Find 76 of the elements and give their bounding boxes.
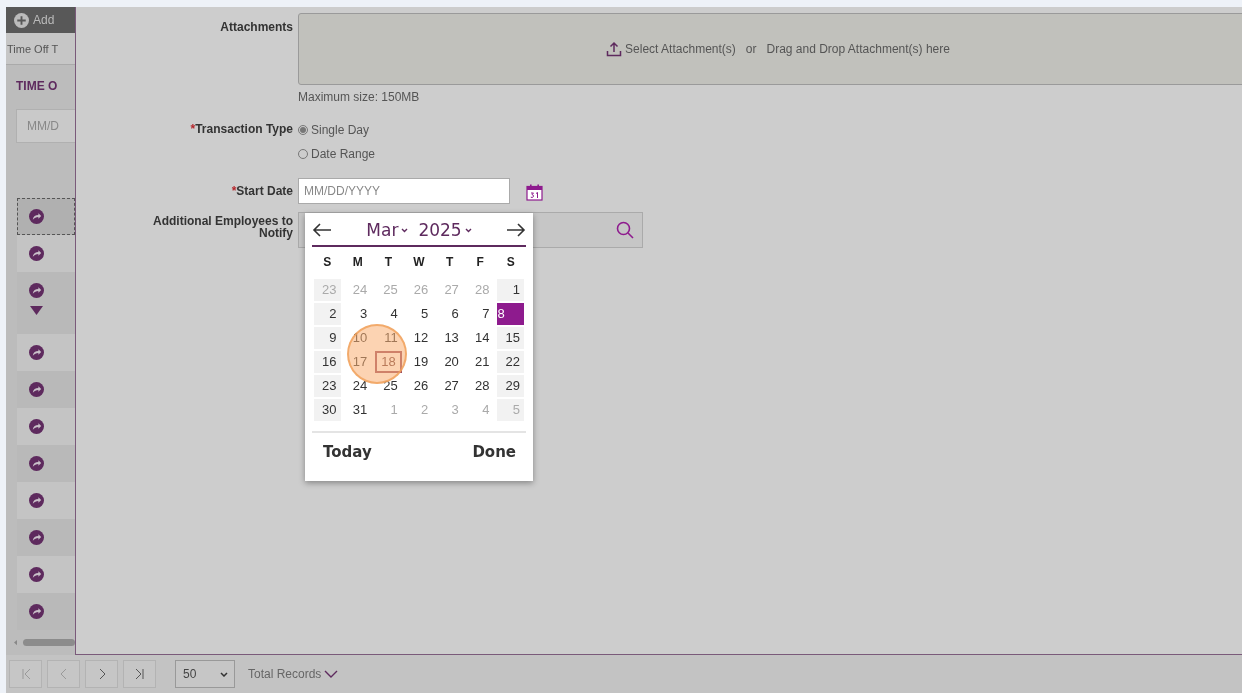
next-month-icon[interactable]: [506, 223, 526, 237]
caret-icon: [464, 227, 472, 233]
select-attachment-link[interactable]: Select Attachment(s): [606, 41, 736, 57]
calendar-day[interactable]: 28: [466, 375, 494, 397]
calendar-day[interactable]: 6: [436, 303, 463, 325]
table-row[interactable]: [17, 556, 75, 593]
calendar-day[interactable]: 4: [375, 303, 402, 325]
previous-month-icon[interactable]: [312, 223, 332, 237]
calendar-day[interactable]: 15: [497, 327, 524, 349]
table-row[interactable]: [17, 408, 75, 445]
weekday-label: F: [475, 254, 485, 271]
calendar-day[interactable]: 7: [466, 303, 494, 325]
weekday-label: W: [412, 254, 426, 271]
calendar-day[interactable]: 24: [344, 375, 372, 397]
table-row[interactable]: [17, 235, 75, 272]
last-page-icon: [134, 668, 145, 680]
field-label: Additional Employees to Notify: [152, 215, 293, 239]
weekday-label: S: [322, 254, 333, 271]
calendar-day[interactable]: 13: [436, 327, 463, 349]
table-row[interactable]: [17, 334, 75, 371]
month-dropdown[interactable]: Mar: [366, 220, 409, 240]
first-page-icon: [20, 668, 31, 680]
calendar-day[interactable]: 26: [405, 375, 433, 397]
caret-icon: [220, 671, 228, 677]
drop-hint: Drag and Drop Attachment(s) here: [766, 42, 950, 56]
calendar-day[interactable]: 19: [405, 351, 433, 373]
radio-option[interactable]: Date Range: [298, 147, 376, 161]
or-text: or: [745, 42, 757, 56]
field-label: *Transaction Type: [190, 122, 293, 136]
calendar-day[interactable]: 27: [436, 375, 463, 397]
field-label: Attachments: [220, 20, 293, 34]
start-date-field[interactable]: MM/DD/YYYY: [298, 178, 510, 204]
calendar-day[interactable]: 8: [497, 303, 524, 325]
calendar-day[interactable]: 9: [314, 327, 341, 349]
done-button[interactable]: Done: [472, 443, 516, 461]
search-icon[interactable]: [616, 221, 634, 239]
calendar-day[interactable]: 29: [497, 375, 524, 397]
calendar-day[interactable]: 30: [314, 399, 341, 421]
weekday-label: S: [505, 254, 516, 271]
horizontal-scrollbar[interactable]: [14, 638, 75, 646]
calendar-day[interactable]: 3: [344, 303, 372, 325]
weekday-label: M: [351, 254, 364, 271]
weekday-label: T: [383, 254, 394, 271]
add-button[interactable]: Add: [6, 7, 75, 33]
calendar-day[interactable]: 31: [344, 399, 372, 421]
year-dropdown[interactable]: 2025: [418, 220, 472, 240]
calendar-day[interactable]: 22: [497, 351, 524, 373]
tab[interactable]: Time Off T: [6, 33, 75, 65]
page-size-select[interactable]: 50: [175, 660, 235, 688]
attachment-drop-zone[interactable]: Select Attachment(s) or Drag and Drop Attachment(s) here: [298, 13, 1242, 85]
calendar-day[interactable]: 12: [405, 327, 433, 349]
calendar-day[interactable]: 20: [436, 351, 463, 373]
table-row[interactable]: [17, 482, 75, 519]
calendar-day[interactable]: 21: [466, 351, 494, 373]
expand-triangle-icon[interactable]: [29, 306, 43, 315]
plus-icon: [14, 12, 29, 28]
calendar-day[interactable]: 14: [466, 327, 494, 349]
table-row[interactable]: [17, 198, 75, 235]
today-button[interactable]: Today: [323, 443, 372, 461]
calendar-day[interactable]: 2: [314, 303, 341, 325]
calendar-day[interactable]: 1: [497, 279, 524, 301]
calendar-day[interactable]: 23: [314, 375, 341, 397]
calendar-day[interactable]: 16: [314, 351, 341, 373]
radio-button[interactable]: [298, 125, 308, 135]
calendar-day[interactable]: 25: [375, 375, 402, 397]
radio-option[interactable]: Single Day: [298, 123, 376, 137]
max-size-hint: Maximum size: 150MB: [298, 90, 421, 104]
chevron-down-icon: [324, 670, 339, 678]
upload-icon: [606, 41, 623, 57]
field-label: *Start Date: [231, 184, 293, 198]
calendar-icon[interactable]: [526, 184, 543, 201]
caret-icon: [401, 227, 409, 233]
calendar-day[interactable]: 5: [405, 303, 433, 325]
chevron-left-icon: [58, 668, 69, 680]
section-title: TIME O: [15, 78, 59, 95]
weekday-label: T: [444, 254, 455, 271]
